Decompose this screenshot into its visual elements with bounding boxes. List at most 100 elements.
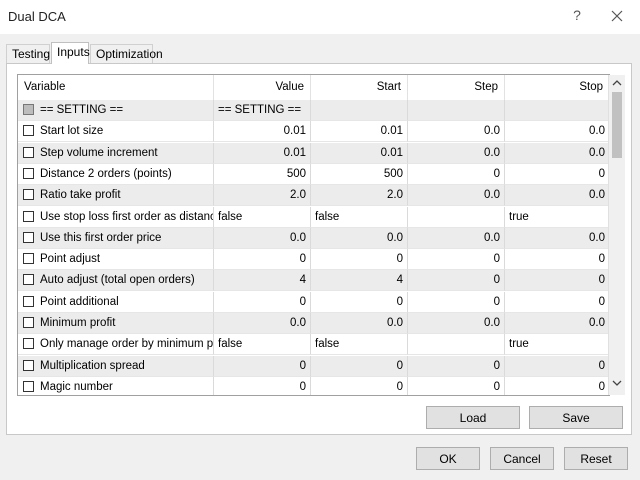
table-row[interactable]: Magic number 0 0 0 0 (18, 376, 609, 395)
stop-cell[interactable]: 0 (505, 164, 609, 185)
value-cell[interactable]: 0.0 (214, 313, 311, 334)
start-cell[interactable] (311, 100, 408, 121)
optimize-checkbox[interactable] (23, 380, 34, 392)
table-row[interactable]: Minimum profit 0.0 0.0 0.0 0.0 (18, 313, 609, 334)
vertical-scrollbar[interactable] (608, 75, 625, 395)
value-cell[interactable]: 4 (214, 270, 311, 292)
step-cell[interactable] (408, 206, 505, 228)
step-cell[interactable]: 0 (408, 291, 505, 313)
start-cell[interactable]: 0 (311, 249, 408, 271)
table-row[interactable]: Point additional 0 0 0 0 (18, 291, 609, 313)
stop-cell[interactable]: 0.0 (505, 185, 609, 207)
reset-button[interactable]: Reset (564, 447, 628, 470)
close-icon[interactable] (607, 6, 627, 26)
tab-inputs[interactable]: Inputs (51, 42, 90, 64)
step-cell[interactable] (408, 100, 505, 121)
step-cell[interactable]: 0.0 (408, 142, 505, 164)
optimize-checkbox[interactable] (23, 104, 34, 115)
value-cell[interactable]: 0 (214, 291, 311, 313)
header-value[interactable]: Value (214, 75, 311, 100)
stop-cell[interactable]: true (505, 334, 609, 356)
step-cell[interactable]: 0 (408, 355, 505, 377)
start-cell[interactable]: 500 (311, 163, 408, 185)
table-row[interactable]: Ratio take profit 2.0 2.0 0.0 0.0 (18, 185, 609, 207)
optimize-checkbox[interactable] (23, 189, 34, 201)
optimize-checkbox[interactable] (23, 317, 34, 328)
value-cell[interactable]: 0.01 (214, 142, 311, 164)
header-step[interactable]: Step (408, 75, 505, 100)
value-cell[interactable]: false (214, 206, 311, 228)
tab-optimization[interactable]: Optimization (90, 44, 163, 63)
optimize-checkbox[interactable] (23, 231, 34, 243)
table-row[interactable]: Only manage order by minimum profit false… (18, 334, 609, 356)
start-cell[interactable]: 4 (311, 270, 408, 292)
table-row[interactable]: Start lot size 0.01 0.01 0.0 0.0 (18, 121, 609, 143)
stop-cell[interactable]: 0.0 (505, 228, 609, 249)
value-cell[interactable]: 2.0 (214, 185, 311, 207)
stop-cell[interactable]: 0 (505, 270, 609, 292)
table-row[interactable]: Point adjust 0 0 0 0 (18, 249, 609, 271)
step-cell[interactable]: 0 (408, 376, 505, 395)
start-cell[interactable]: 0.0 (311, 313, 408, 334)
ok-button[interactable]: OK (416, 447, 480, 470)
step-cell[interactable] (408, 334, 505, 356)
optimize-checkbox[interactable] (23, 274, 34, 286)
step-cell[interactable]: 0 (408, 163, 505, 185)
stop-cell[interactable]: 0 (505, 356, 609, 377)
stop-cell[interactable] (505, 100, 609, 121)
step-cell[interactable]: 0.0 (408, 185, 505, 207)
start-cell[interactable]: false (311, 334, 408, 356)
table-row[interactable]: Use stop loss first order as distance 2.… (18, 206, 609, 228)
start-cell[interactable]: 2.0 (311, 185, 408, 207)
optimize-checkbox[interactable] (23, 167, 34, 179)
stop-cell[interactable]: 0 (505, 377, 609, 395)
help-button[interactable]: ? (570, 7, 584, 25)
optimize-checkbox[interactable] (23, 253, 34, 265)
stop-cell[interactable]: 0.0 (505, 143, 609, 164)
optimize-checkbox[interactable] (23, 210, 34, 222)
start-cell[interactable]: 0.01 (311, 121, 408, 143)
table-row[interactable]: == SETTING == == SETTING == (18, 100, 609, 121)
value-cell[interactable]: 0.01 (214, 121, 311, 143)
step-cell[interactable]: 0.0 (408, 121, 505, 143)
stop-cell[interactable]: 0.0 (505, 121, 609, 143)
cancel-button[interactable]: Cancel (490, 447, 554, 470)
start-cell[interactable]: false (311, 206, 408, 228)
optimize-checkbox[interactable] (23, 146, 34, 158)
value-cell[interactable]: 500 (214, 163, 311, 185)
load-button[interactable]: Load (426, 406, 520, 429)
save-button[interactable]: Save (529, 406, 623, 429)
value-cell[interactable]: false (214, 334, 311, 356)
table-row[interactable]: Distance 2 orders (points) 500 500 0 0 (18, 163, 609, 185)
stop-cell[interactable]: 0 (505, 249, 609, 271)
table-row[interactable]: Auto adjust (total open orders) 4 4 0 0 (18, 270, 609, 292)
header-start[interactable]: Start (311, 75, 408, 100)
step-cell[interactable]: 0.0 (408, 313, 505, 334)
table-row[interactable]: Step volume increment 0.01 0.01 0.0 0.0 (18, 142, 609, 164)
optimize-checkbox[interactable] (23, 359, 34, 371)
start-cell[interactable]: 0 (311, 376, 408, 395)
value-cell[interactable]: == SETTING == (214, 100, 311, 121)
tab-testing[interactable]: Testing (6, 44, 50, 63)
value-cell[interactable]: 0.0 (214, 227, 311, 249)
stop-cell[interactable]: 0 (505, 292, 609, 313)
optimize-checkbox[interactable] (23, 125, 34, 137)
header-variable[interactable]: Variable (18, 75, 214, 100)
optimize-checkbox[interactable] (23, 338, 34, 350)
step-cell[interactable]: 0.0 (408, 227, 505, 249)
stop-cell[interactable]: true (505, 207, 609, 228)
optimize-checkbox[interactable] (23, 295, 34, 307)
scrollbar-thumb[interactable] (612, 92, 622, 158)
step-cell[interactable]: 0 (408, 249, 505, 271)
start-cell[interactable]: 0.01 (311, 142, 408, 164)
value-cell[interactable]: 0 (214, 376, 311, 395)
chevron-up-icon[interactable] (609, 77, 625, 93)
value-cell[interactable]: 0 (214, 355, 311, 377)
step-cell[interactable]: 0 (408, 270, 505, 292)
start-cell[interactable]: 0.0 (311, 227, 408, 249)
value-cell[interactable]: 0 (214, 249, 311, 271)
start-cell[interactable]: 0 (311, 355, 408, 377)
chevron-down-icon[interactable] (609, 377, 625, 393)
stop-cell[interactable]: 0.0 (505, 313, 609, 334)
header-stop[interactable]: Stop (505, 75, 609, 100)
